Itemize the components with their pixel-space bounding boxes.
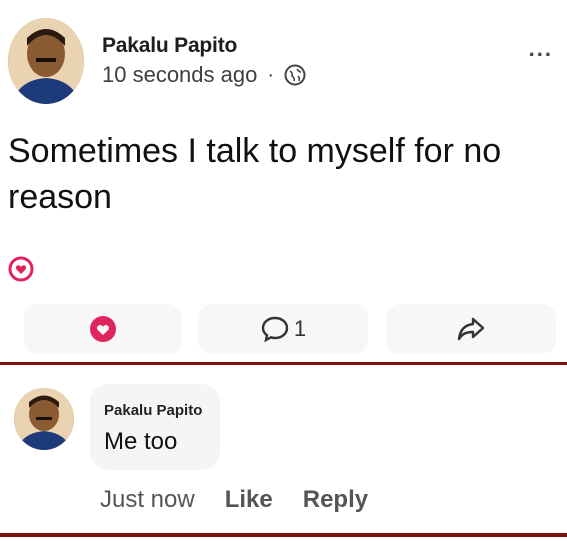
section-divider bbox=[0, 362, 567, 365]
comment-reply-button[interactable]: Reply bbox=[303, 486, 368, 514]
post-header: Pakalu Papito 10 seconds ago · ... bbox=[0, 0, 567, 120]
avatar-portrait-icon bbox=[14, 388, 74, 450]
love-reaction-icon[interactable] bbox=[8, 256, 34, 282]
meta-separator: · bbox=[267, 63, 275, 86]
comment-icon bbox=[261, 316, 289, 343]
bottom-divider bbox=[0, 533, 567, 537]
globe-icon[interactable] bbox=[284, 64, 306, 86]
author-avatar[interactable] bbox=[8, 18, 84, 104]
post-action-bar: 1 bbox=[0, 298, 567, 360]
post-timestamp[interactable]: 10 seconds ago bbox=[102, 62, 257, 88]
comment-timestamp[interactable]: Just now bbox=[100, 486, 195, 514]
comment-button[interactable]: 1 bbox=[198, 304, 368, 354]
post-text: Sometimes I talk to myself for no reason bbox=[8, 132, 502, 216]
avatar-portrait-icon bbox=[8, 18, 84, 104]
comment-actions: Just now Like Reply bbox=[100, 486, 398, 514]
comment-bubble: Pakalu Papito Me too bbox=[90, 384, 220, 470]
share-icon bbox=[457, 317, 485, 341]
love-reaction-icon bbox=[90, 316, 116, 342]
more-options-icon[interactable]: ... bbox=[529, 36, 553, 62]
comment-like-button[interactable]: Like bbox=[225, 486, 273, 514]
comment-count: 1 bbox=[293, 316, 307, 341]
post-meta: 10 seconds ago · bbox=[102, 62, 306, 88]
share-button[interactable] bbox=[386, 304, 556, 354]
love-button[interactable] bbox=[24, 304, 182, 354]
comment-author-avatar[interactable] bbox=[14, 388, 74, 450]
comment-author-name[interactable]: Pakalu Papito bbox=[104, 402, 202, 419]
comment-text: Me too bbox=[104, 428, 178, 455]
post-author-name[interactable]: Pakalu Papito bbox=[102, 34, 237, 58]
